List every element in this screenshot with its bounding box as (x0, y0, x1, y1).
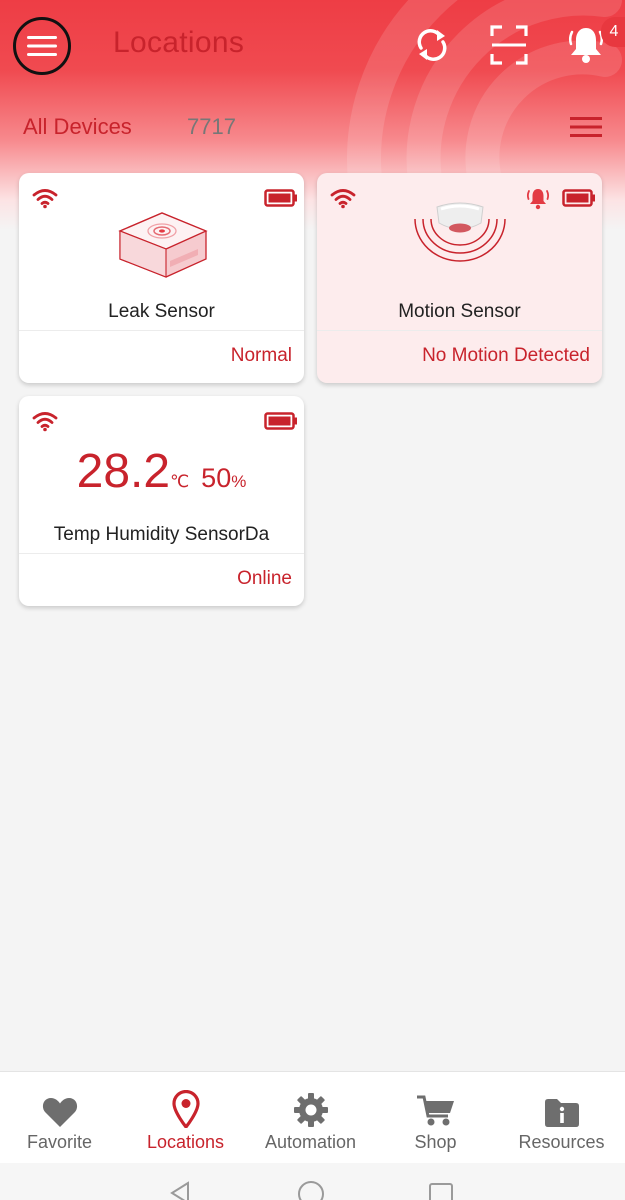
card-divider (317, 330, 602, 331)
system-navigation-bar (0, 1163, 625, 1200)
bottom-navigation: Favorite Locations Automation Shop Resou… (0, 1071, 625, 1163)
nav-label: Resources (518, 1132, 605, 1152)
wifi-icon (330, 189, 356, 209)
folder-info-icon (544, 1099, 579, 1127)
notification-badge: 4 (601, 17, 625, 47)
nav-locations[interactable]: Locations (123, 1090, 248, 1153)
battery-icon (562, 189, 595, 207)
device-status: Normal (230, 345, 292, 366)
temperature-value: 28.2 (76, 445, 171, 498)
device-card-temp-humidity-sensor[interactable]: 28.2℃ 50% Temp Humidity SensorDa Online (19, 396, 304, 606)
nav-resources[interactable]: Resources (499, 1090, 624, 1153)
location-pin-icon (171, 1090, 200, 1128)
card-divider (19, 553, 304, 554)
device-status: Online (237, 568, 292, 589)
cart-icon (416, 1095, 454, 1126)
back-icon[interactable] (168, 1181, 192, 1200)
humidity-value: 50 (201, 463, 232, 493)
device-name: Motion Sensor (398, 301, 521, 322)
nav-label: Automation (264, 1132, 357, 1152)
device-card-motion-sensor[interactable]: Motion Sensor No Motion Detected (317, 173, 602, 383)
device-card-leak-sensor[interactable]: Leak Sensor Normal (19, 173, 304, 383)
menu-button[interactable] (13, 17, 71, 75)
motion-sensor-image (413, 202, 506, 262)
nav-label: Favorite (26, 1132, 93, 1152)
card-divider (19, 330, 304, 331)
recents-icon[interactable] (428, 1182, 454, 1200)
nav-shop[interactable]: Shop (373, 1090, 498, 1153)
device-name: Leak Sensor (108, 301, 215, 322)
heart-icon (42, 1098, 77, 1127)
temperature-unit: ℃ (170, 472, 190, 491)
nav-label: Shop (414, 1132, 457, 1152)
bell-icon[interactable] (568, 24, 604, 66)
nav-automation[interactable]: Automation (248, 1090, 373, 1153)
wifi-icon (32, 189, 58, 209)
home-icon[interactable] (297, 1180, 325, 1200)
sensor-reading: 28.2℃ 50% (19, 444, 304, 499)
page-title: Locations (113, 26, 245, 59)
leak-sensor-image (117, 212, 208, 278)
device-status: No Motion Detected (422, 345, 590, 366)
scan-icon[interactable] (490, 24, 528, 66)
nav-favorite[interactable]: Favorite (0, 1090, 122, 1153)
wifi-icon (32, 412, 58, 432)
device-name: Temp Humidity SensorDa (53, 524, 270, 545)
list-icon[interactable] (570, 116, 602, 138)
battery-icon (264, 412, 297, 430)
gear-icon (293, 1093, 328, 1127)
device-count: 7717 (187, 114, 236, 139)
battery-icon (264, 189, 297, 207)
humidity-unit: % (231, 472, 247, 491)
device-filter-label[interactable]: All Devices (23, 114, 132, 140)
nav-label: Locations (146, 1132, 225, 1152)
sync-icon[interactable] (415, 24, 449, 66)
menu-icon (27, 36, 57, 56)
alarm-bell-icon (526, 189, 550, 210)
